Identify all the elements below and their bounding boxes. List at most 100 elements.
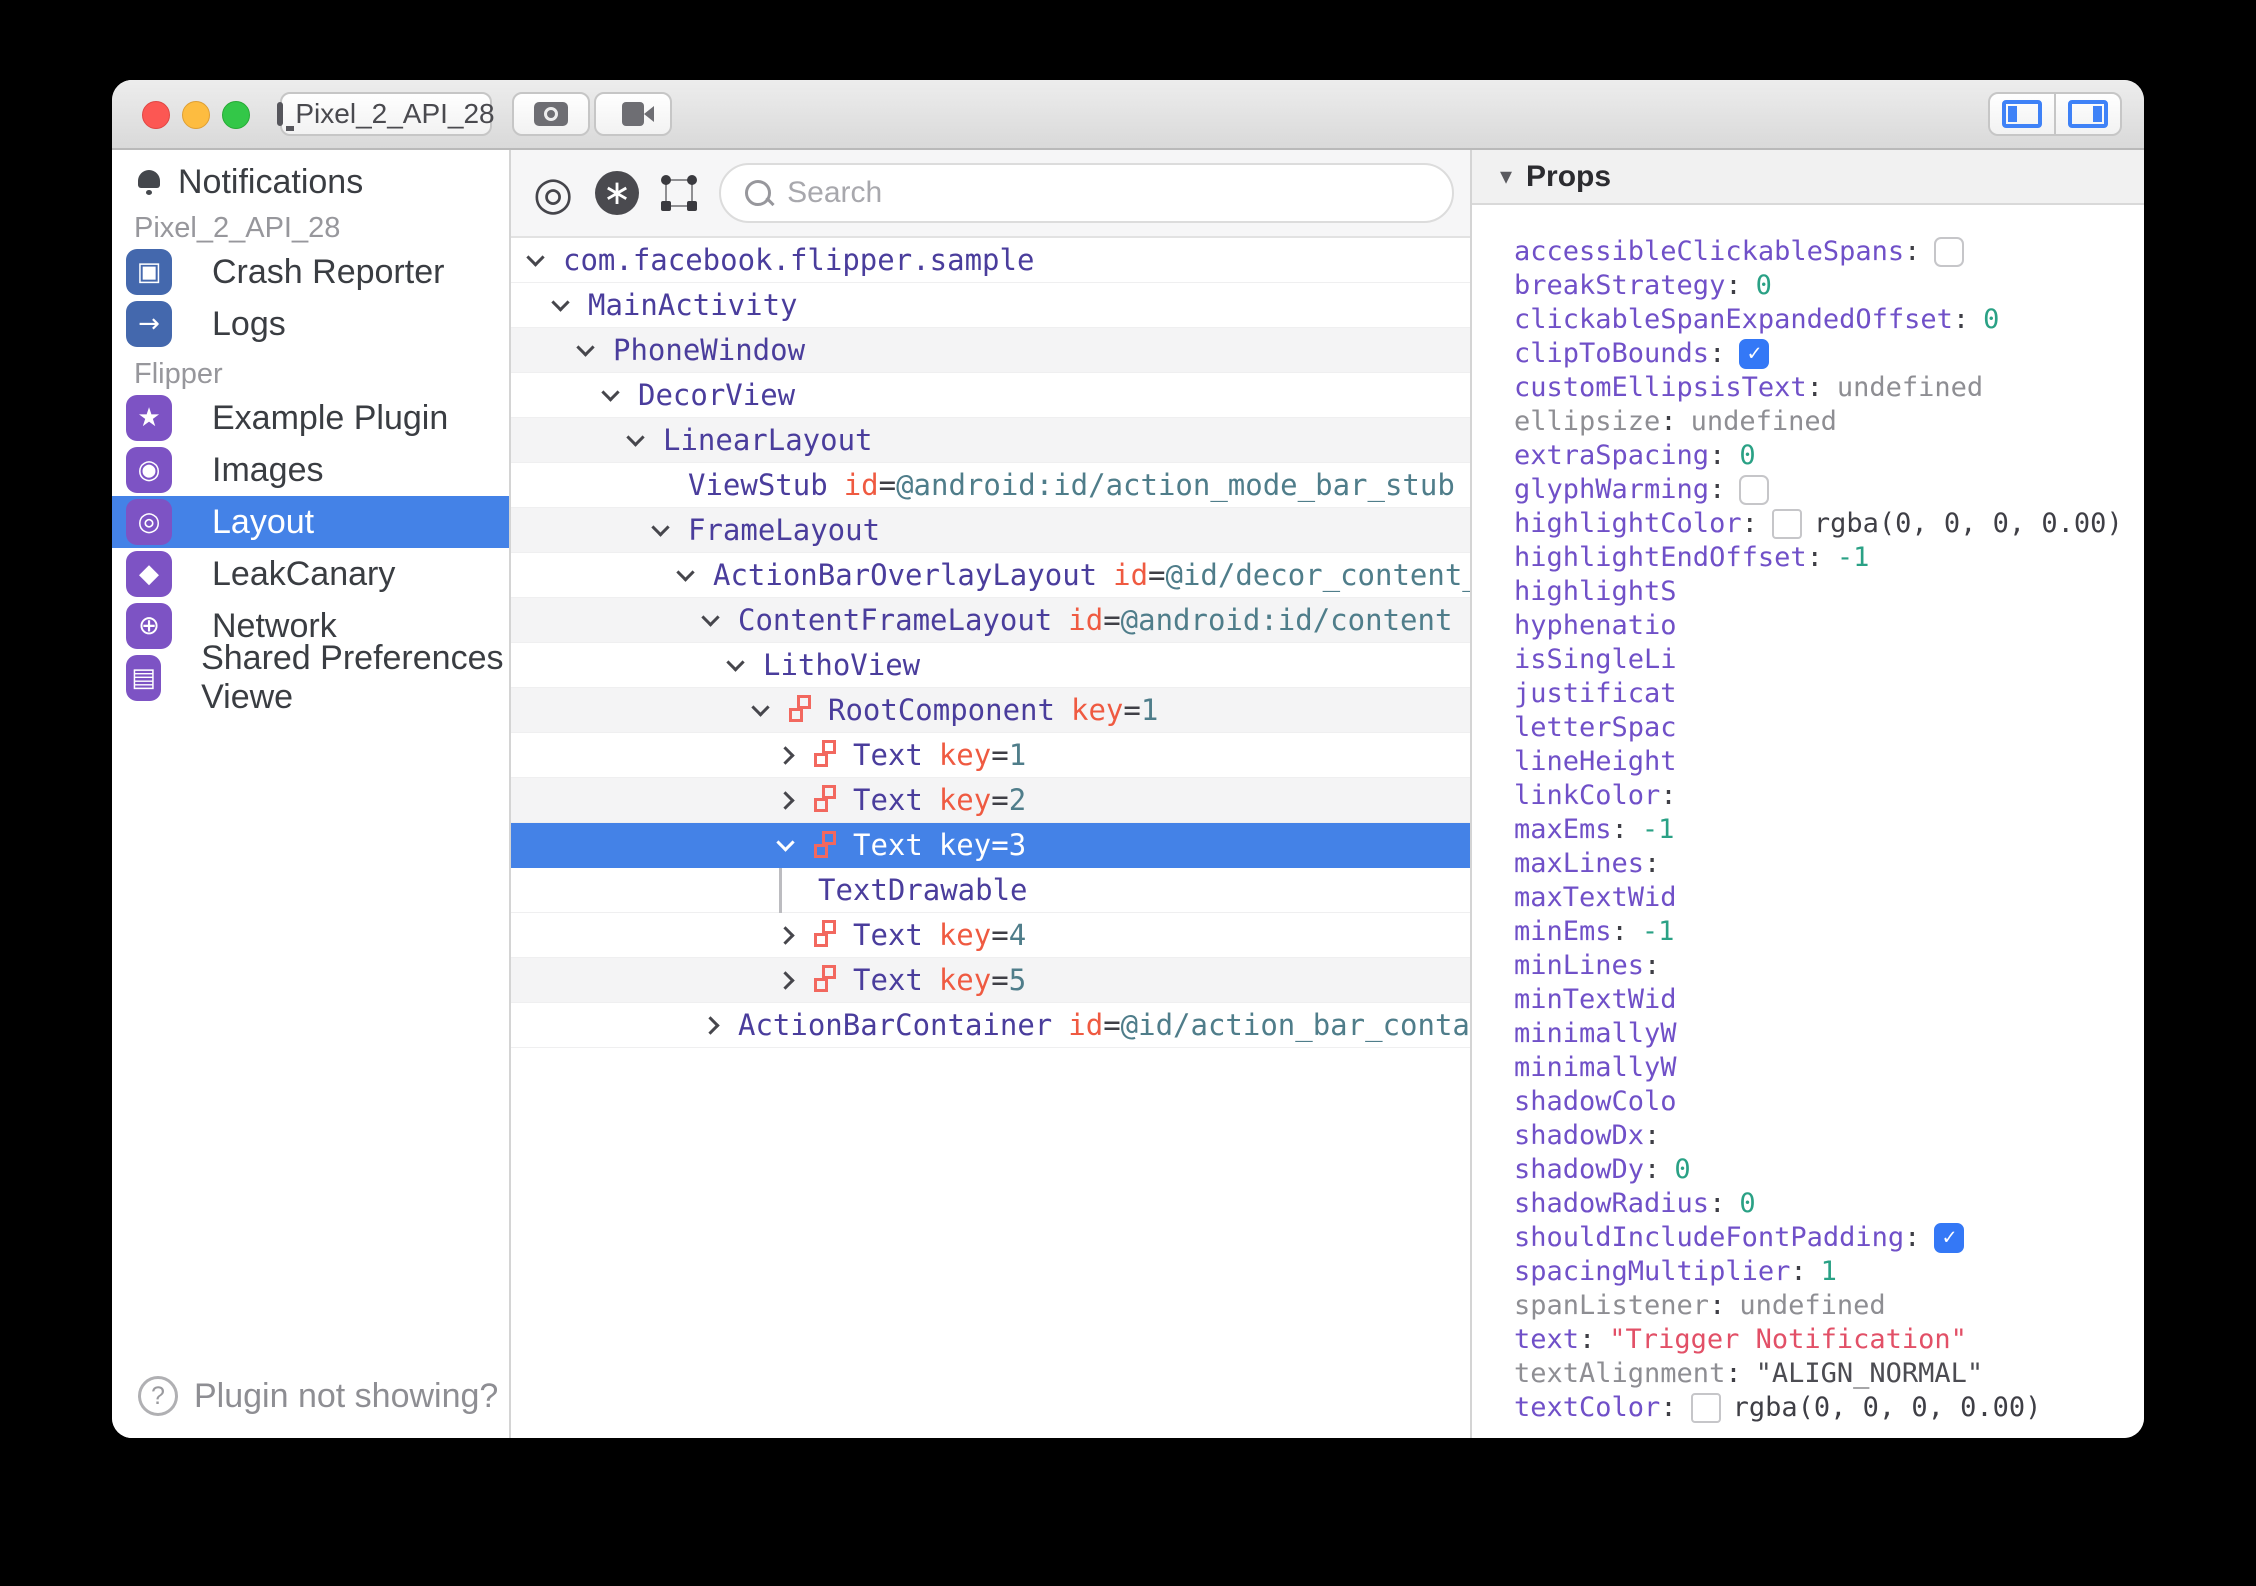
prop-value[interactable]: 1 xyxy=(1821,1255,1837,1289)
prop-colon: : xyxy=(1806,372,1823,403)
sidebar-item-images[interactable]: ◉ Images xyxy=(112,444,509,496)
chevron-down-icon[interactable] xyxy=(751,697,770,717)
tree-row-text[interactable]: Text key = 4 xyxy=(511,913,1470,958)
sidebar-item-notifications[interactable]: Notifications xyxy=(112,156,509,208)
checkbox-checked[interactable]: ✓ xyxy=(1934,1223,1965,1253)
chevron-down-icon[interactable] xyxy=(551,292,570,312)
prop-value[interactable]: "ALIGN_NORMAL" xyxy=(1756,1357,1984,1391)
device-selector-button[interactable]: Pixel_2_API_28 xyxy=(277,92,495,136)
chevron-down-icon[interactable] xyxy=(651,517,670,537)
prop-value[interactable]: 0 xyxy=(1983,303,1999,337)
sidebar-item-crash-reporter[interactable]: ▣ Crash Reporter xyxy=(112,246,509,298)
sidebar-section-label: Flipper xyxy=(134,358,223,390)
traffic-light-minimize-button[interactable] xyxy=(182,101,210,129)
tree-row-textdrawable[interactable]: TextDrawable xyxy=(511,867,1470,913)
chevron-down-icon[interactable] xyxy=(776,833,795,852)
tree-row-text[interactable]: Text key = 2 xyxy=(511,778,1470,823)
checkbox-unchecked[interactable] xyxy=(1934,237,1965,267)
tree-row-text[interactable]: Text key = 5 xyxy=(511,958,1470,1003)
prop-value[interactable]: 0 xyxy=(1674,1153,1690,1187)
tree-row-rootcomponent[interactable]: RootComponent key = 1 xyxy=(511,688,1470,733)
tree-row-actionbaroverlaylayout[interactable]: ActionBarOverlayLayout id = @id/decor_conte… xyxy=(511,553,1470,598)
prop-row-highlights: highlightS xyxy=(1514,575,2144,609)
screenshot-button[interactable] xyxy=(512,92,590,136)
chevron-down-icon[interactable] xyxy=(701,607,720,627)
plugin-not-showing-link[interactable]: ? Plugin not showing? xyxy=(138,1376,498,1416)
node-name: Text xyxy=(853,828,923,862)
prop-row-shouldincludefontpadding: shouldIncludeFontPadding: ✓ xyxy=(1514,1221,2144,1255)
attr-value: 5 xyxy=(1008,962,1027,997)
chevron-down-icon[interactable] xyxy=(626,427,645,447)
sidebar-item-label: Shared Preferences Viewe xyxy=(201,639,504,716)
props-title: Props xyxy=(1526,159,1612,193)
tree-row-text[interactable]: Text key = 1 xyxy=(511,733,1470,778)
checkbox-checked[interactable]: ✓ xyxy=(1739,339,1770,369)
color-swatch-checkbox[interactable] xyxy=(1690,1393,1721,1423)
tree-row-linearlayout[interactable]: LinearLayout xyxy=(511,418,1470,463)
prop-value[interactable]: 0 xyxy=(1756,269,1772,303)
tree-row-viewstub[interactable]: ViewStub id = @android:id/action_mode_bar_s… xyxy=(511,463,1470,508)
attr-value: @android:id/content xyxy=(1120,602,1453,637)
prop-value[interactable]: 0 xyxy=(1739,1187,1755,1221)
toggle-left-panel-button[interactable] xyxy=(1990,94,2054,134)
attr-key: key xyxy=(1070,692,1124,727)
prop-value[interactable]: "Trigger Notification" xyxy=(1609,1323,1967,1357)
prop-row-maxtextwid: maxTextWid xyxy=(1514,881,2144,915)
search-field[interactable] xyxy=(719,163,1454,223)
prop-value[interactable]: 0 xyxy=(1739,439,1755,473)
tree-row-decorview[interactable]: DecorView xyxy=(511,373,1470,418)
chevron-down-icon[interactable] xyxy=(576,337,595,357)
prop-label: maxLines xyxy=(1514,848,1645,879)
toggle-right-panel-button[interactable] xyxy=(2054,94,2120,134)
node-name: ViewStub xyxy=(688,467,828,502)
sidebar-item-leakcanary[interactable]: ◆ LeakCanary xyxy=(112,548,509,600)
traffic-light-close-button[interactable] xyxy=(142,101,170,129)
sidebar-item-layout[interactable]: ◎ Layout xyxy=(112,496,509,548)
prop-value[interactable]: rgba(0, 0, 0, 0.00) xyxy=(1814,507,2123,541)
prop-colon: : xyxy=(1725,270,1742,301)
chevron-right-icon[interactable] xyxy=(776,745,795,765)
sidebar-item-logs[interactable]: → Logs xyxy=(112,298,509,350)
tree-row-mainactivity[interactable]: MainActivity xyxy=(511,283,1470,328)
chevron-down-icon[interactable] xyxy=(601,382,620,402)
tree-row-actionbarcontainer[interactable]: ActionBarContainer id = @id/action_bar_cont… xyxy=(511,1003,1470,1048)
prop-row-minimallyw: minimallyW xyxy=(1514,1017,2144,1051)
prop-row-shadowdx: shadowDx: xyxy=(1514,1119,2144,1153)
search-input[interactable] xyxy=(785,175,1428,211)
prop-value[interactable]: -1 xyxy=(1642,813,1675,847)
tree-row-phonewindow[interactable]: PhoneWindow xyxy=(511,328,1470,373)
accessibility-icon[interactable]: ∗ xyxy=(595,171,640,215)
prop-label: linkColor xyxy=(1514,780,1661,811)
checkbox-unchecked[interactable] xyxy=(1739,475,1770,505)
chevron-right-icon[interactable] xyxy=(776,925,795,945)
chevron-down-icon[interactable] xyxy=(726,652,745,672)
color-swatch-checkbox[interactable] xyxy=(1771,509,1802,539)
select-element-icon[interactable] xyxy=(661,175,698,211)
tree-row-com-facebook-flipper-sample[interactable]: com.facebook.flipper.sample xyxy=(511,238,1470,283)
target-element-icon[interactable]: ◎ xyxy=(533,170,573,216)
screen-record-button[interactable] xyxy=(594,92,672,136)
sidebar-item-example-plugin[interactable]: ★ Example Plugin xyxy=(112,392,509,444)
node-name: PhoneWindow xyxy=(613,332,806,367)
chevron-right-icon[interactable] xyxy=(701,1015,720,1035)
chevron-right-icon[interactable] xyxy=(776,970,795,990)
tree-row-text[interactable]: Text key = 3 xyxy=(511,823,1470,868)
prop-row-spanlistener: spanListener: undefined xyxy=(1514,1289,2144,1323)
tree-row-framelayout[interactable]: FrameLayout xyxy=(511,508,1470,553)
prop-label: shadowDy xyxy=(1514,1154,1645,1185)
prop-value[interactable]: -1 xyxy=(1837,541,1870,575)
props-header[interactable]: ▾ Props xyxy=(1472,150,2144,205)
traffic-light-zoom-button[interactable] xyxy=(222,101,250,129)
tree-row-contentframelayout[interactable]: ContentFrameLayout id = @android:id/content xyxy=(511,598,1470,643)
tree-row-lithoview[interactable]: LithoView xyxy=(511,643,1470,688)
prop-value[interactable]: rgba(0, 0, 0, 0.00) xyxy=(1733,1391,2042,1425)
prop-label: highlightS xyxy=(1514,576,1677,607)
chevron-down-icon[interactable] xyxy=(676,562,695,582)
chevron-right-icon[interactable] xyxy=(776,790,795,810)
sidebar-item-shared-preferences-viewe[interactable]: ▤ Shared Preferences Viewe xyxy=(112,639,509,716)
prop-value[interactable]: -1 xyxy=(1642,915,1675,949)
device-name: Pixel_2_API_28 xyxy=(295,98,495,129)
prop-label: minTextWid xyxy=(1514,984,1677,1015)
chevron-down-icon[interactable] xyxy=(526,247,545,267)
prop-label: minimallyW xyxy=(1514,1018,1677,1049)
